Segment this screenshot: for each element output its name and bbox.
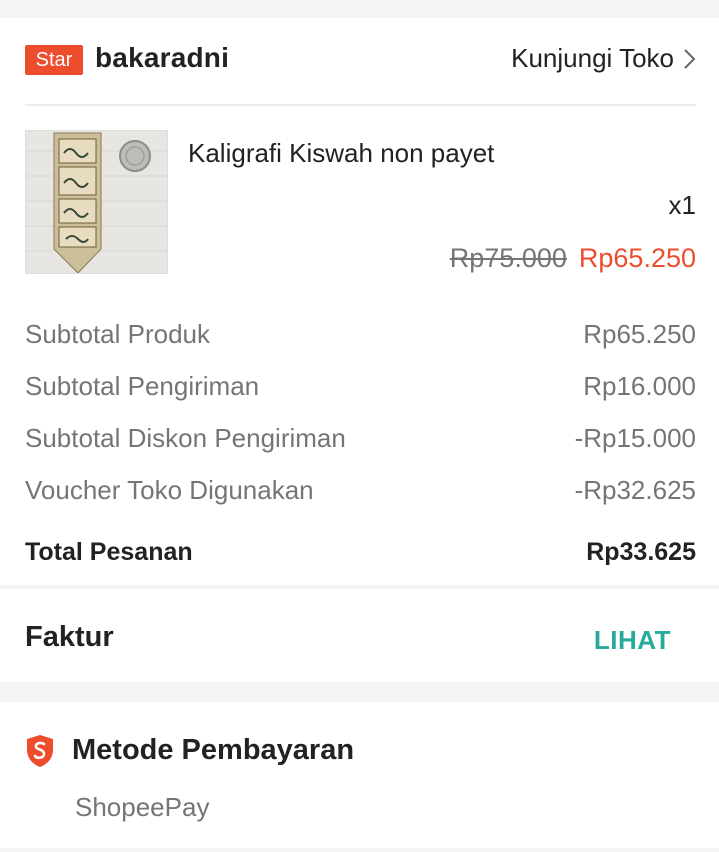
visit-shop-link[interactable]: Kunjungi Toko — [511, 43, 696, 74]
summary-value: -Rp32.625 — [574, 474, 696, 505]
total-label: Total Pesanan — [25, 537, 193, 566]
payment-method-title: Metode Pembayaran — [72, 734, 355, 766]
top-divider — [0, 0, 719, 18]
payment-card: Metode Pembayaran ShopeePay — [0, 702, 719, 848]
invoice-view-link[interactable]: LIHAT — [594, 625, 671, 656]
summary-row-subtotal-shipping: Subtotal Pengiriman Rp16.000 — [25, 360, 696, 412]
payment-method-value: ShopeePay — [75, 792, 210, 822]
product-name: Kaligrafi Kiswah non payet — [188, 138, 495, 168]
shopee-shield-icon — [27, 735, 53, 767]
shop-name[interactable]: bakaradni — [95, 42, 229, 74]
summary-row-shipping-discount: Subtotal Diskon Pengiriman -Rp15.000 — [25, 412, 696, 464]
price-discounted: Rp65.250 — [578, 243, 696, 273]
summary-value: Rp16.000 — [583, 370, 696, 401]
summary-label: Subtotal Pengiriman — [25, 370, 260, 401]
summary-label: Subtotal Produk — [25, 318, 211, 349]
order-card: Star bakaradni Kunjungi Toko Kaligrafi K… — [0, 18, 719, 585]
invoice-card: Faktur LIHAT — [0, 589, 719, 682]
summary-value: -Rp15.000 — [574, 422, 696, 453]
summary-row-total: Total Pesanan Rp33.625 — [25, 526, 696, 578]
summary-label: Subtotal Diskon Pengiriman — [25, 422, 346, 453]
product-thumbnail — [25, 130, 168, 274]
price-original: Rp75.000 — [449, 243, 567, 273]
visit-shop-label: Kunjungi Toko — [511, 43, 674, 73]
order-summary: Subtotal Produk Rp65.250 Subtotal Pengir… — [25, 308, 696, 578]
summary-row-subtotal-product: Subtotal Produk Rp65.250 — [25, 308, 696, 360]
star-seller-badge: Star — [25, 45, 83, 75]
product-prices: Rp75.000 Rp65.250 — [450, 243, 696, 274]
invoice-label: Faktur — [25, 621, 114, 653]
shop-header: Star bakaradni Kunjungi Toko — [25, 18, 696, 106]
chevron-right-icon — [684, 48, 696, 69]
summary-label: Voucher Toko Digunakan — [25, 474, 314, 505]
total-value: Rp33.625 — [586, 537, 696, 566]
product-item[interactable]: Kaligrafi Kiswah non payet x1 Rp75.000 R… — [25, 130, 696, 290]
summary-row-shop-voucher: Voucher Toko Digunakan -Rp32.625 — [25, 464, 696, 516]
summary-value: Rp65.250 — [583, 318, 696, 349]
product-quantity: x1 — [668, 190, 696, 220]
